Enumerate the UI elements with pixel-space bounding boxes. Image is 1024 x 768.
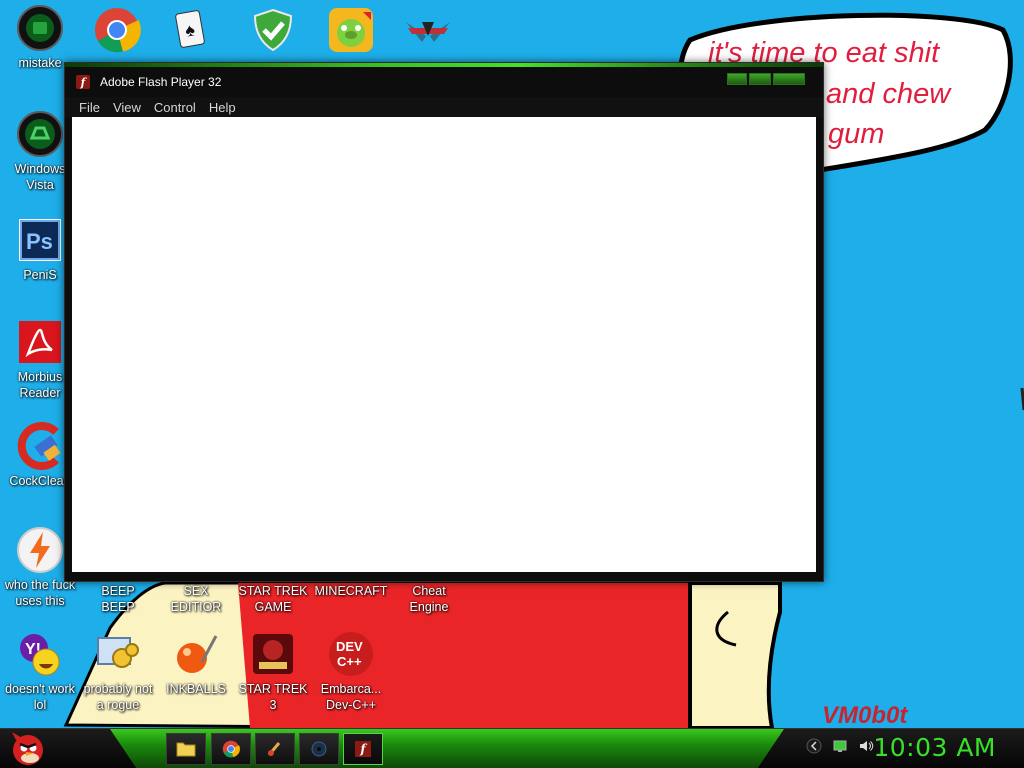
flash-content-area[interactable] xyxy=(72,117,816,572)
folder-icon xyxy=(176,742,196,757)
settings-gears-icon xyxy=(97,637,139,668)
bad-piggies-icon xyxy=(329,8,373,52)
cartoon-arm xyxy=(688,581,782,730)
winged-emblem-icon xyxy=(406,22,450,42)
tray-arrow-icon[interactable] xyxy=(806,738,822,754)
window-controls xyxy=(727,73,805,85)
icon-label: SEX EDITIOR xyxy=(170,584,222,614)
paint-brush-icon xyxy=(267,742,281,756)
svg-text:Ps: Ps xyxy=(26,229,53,254)
icon-label: MINECRAFT xyxy=(314,584,388,598)
recycle-icon xyxy=(17,111,63,157)
taskbar-chrome[interactable] xyxy=(211,733,251,765)
menu-control[interactable]: Control xyxy=(154,100,196,115)
media-disc-icon xyxy=(311,741,327,757)
network-icon[interactable] xyxy=(832,738,848,754)
chrome-icon xyxy=(95,8,141,53)
desktop-icon-chrome[interactable] xyxy=(77,6,157,54)
taskbar-flash-player[interactable]: f xyxy=(343,733,383,765)
playing-card-icon: ♠ xyxy=(175,10,205,48)
wallpaper-signature: VM0b0t xyxy=(822,702,908,729)
menu-file[interactable]: File xyxy=(79,100,100,115)
chrome-icon xyxy=(222,740,240,758)
desktop-icon-star-trek-3[interactable]: STAR TREK 3 xyxy=(233,630,313,713)
icon-label: INKBALLS xyxy=(166,682,226,696)
flash-app-icon: f xyxy=(355,741,371,757)
volume-icon[interactable] xyxy=(858,738,874,754)
icon-label: STAR TREK GAME xyxy=(238,584,308,614)
yahoo-messenger-icon: Y! xyxy=(20,634,60,676)
photoshop-icon: Ps xyxy=(19,219,61,261)
speech-line-2: and chew xyxy=(826,78,951,110)
dev-cpp-icon: DEV C++ xyxy=(329,632,373,676)
desktop-icon-embarcadero-dev-cpp[interactable]: DEV C++ Embarca... Dev-C++ xyxy=(311,630,391,713)
minimize-button[interactable] xyxy=(727,73,747,85)
window-title: Adobe Flash Player 32 xyxy=(100,75,222,89)
start-button-angry-bird-icon[interactable] xyxy=(8,728,48,768)
menu-help[interactable]: Help xyxy=(209,100,236,115)
desktop-icon-emblem[interactable] xyxy=(388,6,468,54)
taskbar-clock[interactable]: 10:03 AM xyxy=(873,733,996,762)
icon-label: Cheat Engine xyxy=(409,584,449,614)
icon-label: BEEP BEEP xyxy=(101,584,135,614)
desktop-icon-security[interactable] xyxy=(233,6,313,54)
menu-view[interactable]: View xyxy=(113,100,141,115)
window-titlebar[interactable]: f Adobe Flash Player 32 xyxy=(65,67,823,97)
close-button[interactable] xyxy=(773,73,805,85)
taskbar-paint[interactable] xyxy=(255,733,295,765)
desktop-icon-inkballs[interactable]: INKBALLS xyxy=(156,630,236,697)
svg-text:C++: C++ xyxy=(337,654,362,669)
desktop-icon-mistake[interactable]: mistake xyxy=(0,4,80,71)
star-wars-game-icon xyxy=(253,634,293,674)
icon-label: STAR TREK 3 xyxy=(238,682,308,712)
icon-label: doesn't work lol xyxy=(5,682,75,712)
green-circle-icon xyxy=(17,5,63,51)
pdf-reader-icon xyxy=(19,321,61,363)
taskbar-explorer[interactable] xyxy=(166,733,206,765)
menu-bar: File View Control Help xyxy=(65,97,823,117)
desktop-icon-probably-not-a-rogue[interactable]: probably not a rogue xyxy=(78,630,158,713)
desktop-icon-solitaire[interactable]: ♠ xyxy=(150,6,230,54)
svg-text:DEV: DEV xyxy=(336,639,363,654)
flash-app-icon: f xyxy=(76,75,90,89)
shield-check-icon xyxy=(253,8,293,52)
desktop-icon-yahoo-messenger[interactable]: Y! doesn't work lol xyxy=(0,630,80,713)
lightning-bolt-icon xyxy=(17,527,63,573)
ccleaner-icon xyxy=(17,422,61,470)
icon-label: Embarca... Dev-C++ xyxy=(320,682,382,712)
flash-player-window[interactable]: f Adobe Flash Player 32 File View Contro… xyxy=(64,62,824,582)
system-tray xyxy=(806,738,874,754)
maximize-button[interactable] xyxy=(749,73,771,85)
ink-ball-icon xyxy=(177,635,218,673)
taskbar-media[interactable] xyxy=(299,733,339,765)
icon-label: probably not a rogue xyxy=(83,682,153,712)
desktop-icon-bad-piggies[interactable] xyxy=(311,6,391,54)
speech-line-3: gum xyxy=(828,118,885,150)
